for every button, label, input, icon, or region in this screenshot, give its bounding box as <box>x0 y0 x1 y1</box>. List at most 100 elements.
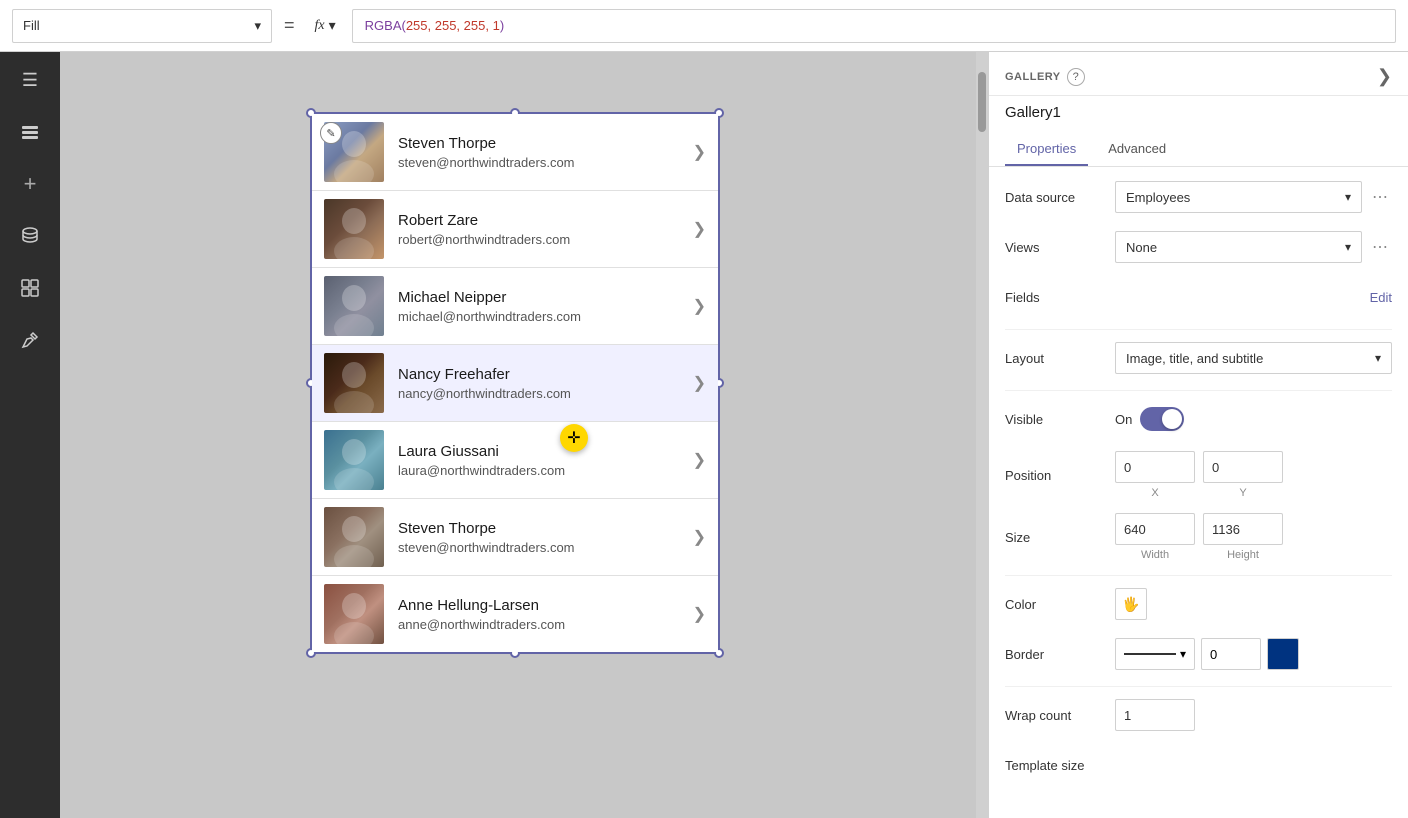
views-row: Views None ▾ ⋯ <box>1005 229 1392 265</box>
gallery-item[interactable]: Laura Giussani laura@northwindtraders.co… <box>312 422 718 499</box>
panel-collapse-icon[interactable]: ❯ <box>1377 66 1392 87</box>
fields-label: Fields <box>1005 290 1115 305</box>
right-panel: GALLERY ? ❯ Gallery1 Properties Advanced… <box>988 52 1408 818</box>
border-control: ▾ 0 <box>1115 638 1392 670</box>
data-source-chevron-icon: ▾ <box>1345 190 1351 204</box>
item-chevron-icon: ❯ <box>693 296 706 316</box>
views-dropdown[interactable]: None ▾ <box>1115 231 1362 263</box>
canvas-scrollbar[interactable] <box>976 52 988 818</box>
size-width-input[interactable]: 640 <box>1115 513 1195 545</box>
color-swatch[interactable]: 🖐 <box>1115 588 1147 620</box>
size-row: Size 640 1136 Width Height <box>1005 513 1392 561</box>
item-info: Nancy Freehafer nancy@northwindtraders.c… <box>398 366 685 401</box>
item-name: Anne Hellung-Larsen <box>398 597 685 614</box>
size-width-label: Width <box>1115 549 1195 561</box>
properties-section: Data source Employees ▾ ⋯ Views None ▾ <box>989 167 1408 809</box>
border-width-input[interactable]: 0 <box>1201 638 1261 670</box>
add-icon[interactable]: + <box>14 168 46 200</box>
edit-overlay-icon: ✎ <box>320 122 342 144</box>
border-color-swatch[interactable] <box>1267 638 1299 670</box>
position-x-input[interactable]: 0 <box>1115 451 1195 483</box>
panel-title-row: GALLERY ? <box>1005 68 1085 86</box>
position-y-label: Y <box>1203 487 1283 499</box>
item-email: robert@northwindtraders.com <box>398 232 685 247</box>
fields-control: Edit <box>1115 290 1392 305</box>
tools-icon[interactable] <box>14 324 46 356</box>
hamburger-icon[interactable]: ☰ <box>14 64 46 96</box>
template-size-label: Template size <box>1005 758 1115 773</box>
data-source-more-icon[interactable]: ⋯ <box>1368 187 1392 207</box>
layout-label: Layout <box>1005 351 1115 366</box>
tab-advanced[interactable]: Advanced <box>1096 133 1178 166</box>
item-email: laura@northwindtraders.com <box>398 463 685 478</box>
item-info: Anne Hellung-Larsen anne@northwindtrader… <box>398 597 685 632</box>
position-y-input[interactable]: 0 <box>1203 451 1283 483</box>
item-avatar <box>324 199 384 259</box>
tab-properties[interactable]: Properties <box>1005 133 1088 166</box>
panel-tabs: Properties Advanced <box>989 133 1408 167</box>
fx-italic-label: fx <box>315 18 325 34</box>
gallery-item[interactable]: Steven Thorpe steven@northwindtraders.co… <box>312 499 718 576</box>
wrap-count-input[interactable]: 1 <box>1115 699 1195 731</box>
item-name: Steven Thorpe <box>398 520 685 537</box>
size-control: 640 1136 Width Height <box>1115 513 1392 561</box>
color-label: Color <box>1005 597 1115 612</box>
panel-header: GALLERY ? ❯ <box>989 52 1408 96</box>
item-avatar <box>324 430 384 490</box>
panel-title: GALLERY <box>1005 71 1061 83</box>
size-height-input[interactable]: 1136 <box>1203 513 1283 545</box>
rgba-close: ) <box>500 18 504 33</box>
item-name: Robert Zare <box>398 212 685 229</box>
item-chevron-icon: ❯ <box>693 219 706 239</box>
item-avatar <box>324 507 384 567</box>
fill-chevron-icon: ▾ <box>254 18 261 34</box>
color-picker-icon: 🖐 <box>1122 596 1139 613</box>
item-email: michael@northwindtraders.com <box>398 309 685 324</box>
item-info: Steven Thorpe steven@northwindtraders.co… <box>398 135 685 170</box>
avatar-svg <box>324 507 384 567</box>
scrollbar-thumb[interactable] <box>978 72 986 132</box>
gallery-list: ✎ Steven Thorpe steven@northwindtraders.… <box>312 114 718 652</box>
views-more-icon[interactable]: ⋯ <box>1368 237 1392 257</box>
avatar-svg <box>324 430 384 490</box>
fill-dropdown[interactable]: Fill ▾ <box>12 9 272 43</box>
database-icon[interactable] <box>14 220 46 252</box>
gallery-item[interactable]: Robert Zare robert@northwindtraders.com … <box>312 191 718 268</box>
item-email: nancy@northwindtraders.com <box>398 386 685 401</box>
fx-button[interactable]: fx ▾ <box>307 13 344 38</box>
position-label: Position <box>1005 468 1115 483</box>
visible-row: Visible On <box>1005 401 1392 437</box>
layout-dropdown[interactable]: Image, title, and subtitle ▾ <box>1115 342 1392 374</box>
toggle-knob <box>1162 409 1182 429</box>
left-sidebar: ☰ + <box>0 52 60 818</box>
visible-toggle[interactable] <box>1140 407 1184 431</box>
gallery-widget[interactable]: ✎ Steven Thorpe steven@northwindtraders.… <box>310 112 720 654</box>
gallery-item[interactable]: ✎ Steven Thorpe steven@northwindtraders.… <box>312 114 718 191</box>
item-chevron-icon: ❯ <box>693 527 706 547</box>
border-style-dropdown[interactable]: ▾ <box>1115 638 1195 670</box>
item-chevron-icon: ❯ <box>693 142 706 162</box>
item-name: Steven Thorpe <box>398 135 685 152</box>
layout-row: Layout Image, title, and subtitle ▾ <box>1005 340 1392 376</box>
data-source-control: Employees ▾ ⋯ <box>1115 181 1392 213</box>
views-control: None ▾ ⋯ <box>1115 231 1392 263</box>
equals-sign: = <box>280 15 299 36</box>
layers-icon[interactable] <box>14 116 46 148</box>
gallery-item[interactable]: Nancy Freehafer nancy@northwindtraders.c… <box>312 345 718 422</box>
border-line-preview <box>1124 653 1176 655</box>
gallery-item[interactable]: Anne Hellung-Larsen anne@northwindtrader… <box>312 576 718 652</box>
gallery-item[interactable]: Michael Neipper michael@northwindtraders… <box>312 268 718 345</box>
item-chevron-icon: ❯ <box>693 450 706 470</box>
divider-1 <box>1005 329 1392 330</box>
size-label: Size <box>1005 530 1115 545</box>
visible-label: Visible <box>1005 412 1115 427</box>
item-info: Laura Giussani laura@northwindtraders.co… <box>398 443 685 478</box>
visible-control: On <box>1115 407 1392 431</box>
data-source-dropdown[interactable]: Employees ▾ <box>1115 181 1362 213</box>
fields-edit-link[interactable]: Edit <box>1370 290 1392 305</box>
color-row: Color 🖐 <box>1005 586 1392 622</box>
move-cursor-icon: ✛ <box>560 424 588 452</box>
help-icon[interactable]: ? <box>1067 68 1085 86</box>
component-icon[interactable] <box>14 272 46 304</box>
formula-bar[interactable]: RGBA(255, 255, 255, 1) <box>352 9 1396 43</box>
